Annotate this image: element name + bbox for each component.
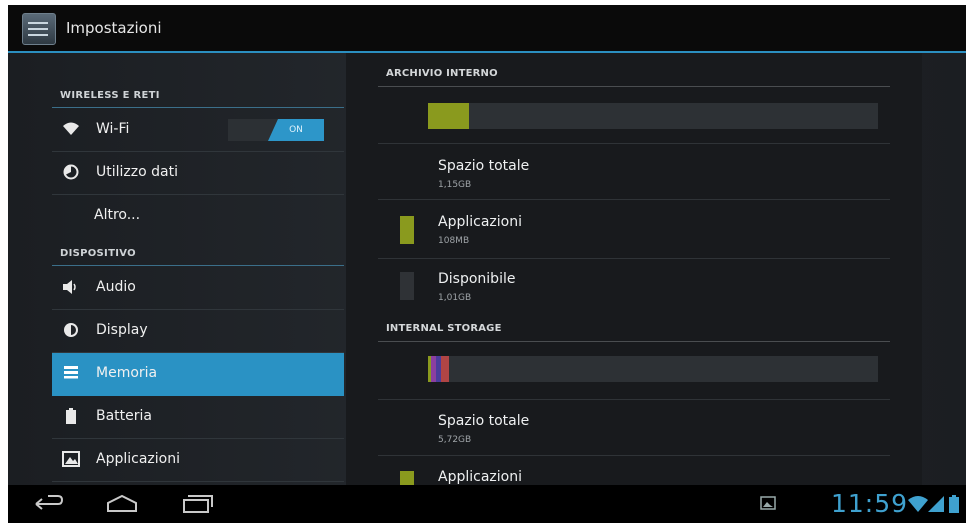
- data-usage-icon: [62, 164, 80, 182]
- tablet-screen: Impostazioni WIRELESS E RETI Wi-Fi ON Ut…: [8, 5, 966, 523]
- status-battery-icon: [948, 495, 960, 513]
- row-divider: [378, 399, 890, 400]
- storage-apps-title[interactable]: Applicazioni: [438, 469, 522, 485]
- available-color-swatch: [400, 272, 414, 300]
- sidebar-item-label: Audio: [96, 279, 136, 295]
- apps-title[interactable]: Applicazioni: [438, 214, 522, 230]
- storage-apps-color-swatch: [400, 471, 414, 485]
- section-divider: [378, 341, 890, 342]
- section-header-device: DISPOSITIVO: [60, 248, 136, 259]
- section-header-storage: INTERNAL STORAGE: [386, 323, 502, 334]
- action-bar: Impostazioni: [8, 5, 966, 53]
- storage-total-title[interactable]: Spazio totale: [438, 413, 529, 429]
- sidebar-item-display[interactable]: Display: [52, 310, 344, 353]
- sidebar-item-label: Memoria: [96, 365, 158, 381]
- internal-usage-bar: [428, 103, 878, 129]
- total-space-value: 1,15GB: [438, 180, 472, 190]
- storage-usage-bar: [428, 356, 878, 382]
- brightness-icon: [62, 322, 80, 340]
- total-space-title[interactable]: Spazio totale: [438, 158, 529, 174]
- sidebar-item-data-usage[interactable]: Utilizzo dati: [52, 152, 344, 195]
- wifi-icon: [62, 121, 80, 139]
- recent-apps-icon[interactable]: [176, 491, 216, 517]
- section-divider: [378, 86, 890, 87]
- row-divider: [378, 258, 890, 259]
- apps-color-swatch: [400, 216, 414, 244]
- sidebar-item-audio[interactable]: Audio: [52, 267, 344, 310]
- row-divider: [378, 199, 890, 200]
- storage-usage-segment: [441, 356, 449, 382]
- wifi-toggle-state: ON: [268, 119, 324, 141]
- sidebar-item-apps[interactable]: Applicazioni: [52, 439, 344, 482]
- storage-total-value: 5,72GB: [438, 435, 472, 445]
- content-area: WIRELESS E RETI Wi-Fi ON Utilizzo dati A…: [8, 53, 966, 485]
- sidebar-item-label: Utilizzo dati: [96, 164, 178, 180]
- cell-signal-icon: [928, 495, 944, 513]
- settings-sliders-icon[interactable]: [22, 13, 56, 45]
- screenshot-icon: [760, 495, 776, 513]
- home-icon[interactable]: [102, 491, 142, 517]
- sidebar-item-label: Altro...: [94, 207, 141, 223]
- battery-icon: [62, 408, 80, 426]
- sidebar-item-wifi[interactable]: Wi-Fi ON: [52, 109, 344, 152]
- back-icon[interactable]: [28, 491, 68, 517]
- sidebar-item-label: Display: [96, 322, 148, 338]
- apps-value: 108MB: [438, 236, 470, 246]
- sidebar-item-label: Wi-Fi: [96, 121, 130, 137]
- section-divider: [52, 265, 344, 266]
- system-navigation-bar: 11:59: [8, 485, 966, 523]
- sidebar-item-label: Applicazioni: [96, 451, 180, 467]
- app-title: Impostazioni: [66, 19, 162, 37]
- sidebar-item-label: Batteria: [96, 408, 152, 424]
- sidebar-item-battery[interactable]: Batteria: [52, 396, 344, 439]
- section-divider: [52, 107, 344, 108]
- sidebar-item-memory[interactable]: Memoria: [52, 353, 344, 396]
- wifi-toggle[interactable]: ON: [228, 119, 324, 141]
- sidebar-item-more[interactable]: Altro...: [52, 195, 344, 237]
- available-value: 1,01GB: [438, 293, 472, 303]
- row-divider: [378, 143, 890, 144]
- wifi-signal-icon: [908, 495, 928, 513]
- section-header-wireless: WIRELESS E RETI: [60, 90, 160, 101]
- internal-usage-fill: [428, 103, 469, 129]
- available-title[interactable]: Disponibile: [438, 271, 515, 287]
- row-divider: [378, 455, 890, 456]
- apps-icon: [62, 451, 80, 469]
- storage-detail-panel: ARCHIVIO INTERNO Spazio totale 1,15GB Ap…: [346, 53, 922, 485]
- clock: 11:59: [830, 489, 908, 518]
- storage-icon: [62, 365, 80, 383]
- settings-sidebar: WIRELESS E RETI Wi-Fi ON Utilizzo dati A…: [52, 53, 344, 485]
- section-header-internal: ARCHIVIO INTERNO: [386, 68, 498, 79]
- speaker-icon: [62, 279, 80, 297]
